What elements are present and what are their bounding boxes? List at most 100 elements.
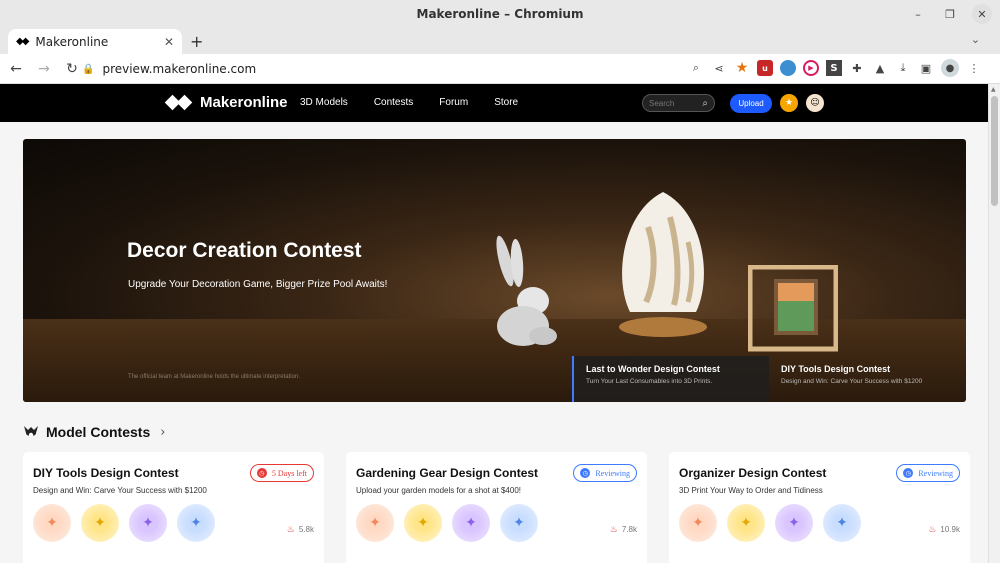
extension-globe-icon[interactable] <box>780 60 796 76</box>
site-header: Makeronline 3D Models Contests Forum Sto… <box>0 84 988 122</box>
prize-badge-icon: ✦ <box>823 504 861 542</box>
browser-menu-icon[interactable]: ⋮ <box>966 60 982 76</box>
popularity-count: 7.8k <box>621 525 637 534</box>
site-search[interactable]: ⌕ <box>642 94 715 112</box>
hero-tab-diy-tools[interactable]: DIY Tools Design Contest Design and Win:… <box>769 356 966 402</box>
hero-tab-desc: Turn Your Last Consumables into 3D Print… <box>586 378 713 385</box>
prize-badge-icon: ✦ <box>727 504 765 542</box>
minimize-icon[interactable]: – <box>908 4 928 24</box>
contest-card-organizer[interactable]: Organizer Design Contest 3D Print Your W… <box>669 452 970 563</box>
extension-s-icon[interactable]: S <box>826 60 842 76</box>
scroll-up-icon[interactable]: ▲ <box>991 86 996 93</box>
status-badge-label: 5 Days left <box>271 468 307 478</box>
search-icon[interactable]: ⌕ <box>702 98 708 109</box>
card-title: Organizer Design Contest <box>679 466 827 480</box>
hero-banner[interactable]: Decor Creation Contest Upgrade Your Deco… <box>23 139 966 402</box>
lock-icon[interactable]: 🔒 <box>82 64 94 75</box>
nav-3d-models[interactable]: 3D Models <box>300 97 348 108</box>
nav-contests[interactable]: Contests <box>374 97 413 108</box>
page-viewport: Makeronline 3D Models Contests Forum Sto… <box>0 84 988 563</box>
prize-badge-icon: ✦ <box>356 504 394 542</box>
toolbar-icons: ⌕ ⋖ ★ u ▶ S ✚ ▲ ⤓ ▣ ● ⋮ <box>688 59 982 77</box>
extension-shield-icon[interactable]: u <box>757 60 773 76</box>
tab-search-chevron-icon[interactable]: ⌄ <box>971 33 980 46</box>
status-badge: ◷ 5 Days left <box>249 464 314 482</box>
maximize-icon[interactable]: ❐ <box>940 4 960 24</box>
card-title: Gardening Gear Design Contest <box>356 466 539 480</box>
url-text[interactable]: preview.makeronline.com <box>102 62 256 76</box>
reload-icon[interactable]: ↻ <box>60 61 84 77</box>
chevron-right-icon[interactable]: › <box>160 425 165 440</box>
share-icon[interactable]: ⋖ <box>711 60 727 76</box>
browser-toolbar: ← → ↻ 🔒 preview.makeronline.com ⌕ ⋖ ★ u … <box>0 54 1000 84</box>
window-controls: – ❐ ✕ <box>908 4 992 24</box>
model-contests-header[interactable]: Model Contests › <box>23 424 165 440</box>
upload-button[interactable]: Upload <box>730 94 772 113</box>
prize-badge-icon: ✦ <box>177 504 215 542</box>
zoom-icon[interactable]: ⌕ <box>688 60 704 76</box>
tab-makeronline[interactable]: ◆◆ Makeronline ✕ <box>8 29 182 54</box>
fire-icon: ♨ <box>286 524 295 534</box>
back-icon[interactable]: ← <box>4 61 28 77</box>
card-desc: Upload your garden models for a shot at … <box>356 486 521 495</box>
bookmark-star-icon[interactable]: ★ <box>734 60 750 76</box>
prize-badge-icon: ✦ <box>452 504 490 542</box>
status-badge-label: Reviewing <box>595 468 630 478</box>
side-panel-icon[interactable]: ▣ <box>918 60 934 76</box>
address-bar[interactable]: 🔒 preview.makeronline.com <box>82 58 682 80</box>
page-scrollbar[interactable]: ▲ <box>988 84 1000 563</box>
user-avatar[interactable]: ☺ <box>806 94 824 112</box>
close-window-icon[interactable]: ✕ <box>972 4 992 24</box>
site-logo[interactable]: Makeronline <box>164 94 288 111</box>
prize-badge-icon: ✦ <box>404 504 442 542</box>
clock-icon: ◷ <box>903 468 914 478</box>
prize-badge-icon: ✦ <box>33 504 71 542</box>
status-badge: ◷ Reviewing <box>573 464 637 482</box>
hero-disclaimer: The official team at Makeronline holds t… <box>128 374 300 380</box>
new-tab-button[interactable]: + <box>190 32 203 51</box>
nav-forum[interactable]: Forum <box>439 97 468 108</box>
contest-card-diy-tools[interactable]: DIY Tools Design Contest Design and Win:… <box>23 452 324 563</box>
download-icon[interactable]: ⤓ <box>895 60 911 76</box>
hero-tab-desc: Design and Win: Carve Your Success with … <box>781 378 923 385</box>
popularity-stat: ♨ 10.9k <box>928 524 960 535</box>
popularity-stat: ♨ 7.8k <box>610 524 637 535</box>
makeronline-favicon-icon: ◆◆ <box>16 36 29 47</box>
logo-diamonds-icon <box>164 94 194 111</box>
window-title: Makeronline – Chromium <box>416 7 584 21</box>
forward-icon[interactable]: → <box>32 61 56 77</box>
prize-badge-icon: ✦ <box>129 504 167 542</box>
fire-icon: ♨ <box>609 524 618 534</box>
prize-badge-icon: ✦ <box>679 504 717 542</box>
tab-title: Makeronline <box>35 34 109 49</box>
card-desc: 3D Print Your Way to Order and Tidiness <box>679 486 823 495</box>
coin-icon[interactable]: ★ <box>780 94 798 112</box>
popularity-stat: ♨ 5.8k <box>287 524 314 535</box>
hero-title: Decor Creation Contest <box>127 239 362 262</box>
tab-strip: ◆◆ Makeronline ✕ + ⌄ <box>0 28 1000 54</box>
popularity-count: 10.9k <box>940 525 960 534</box>
extension-play-icon[interactable]: ▶ <box>803 60 819 76</box>
decor-lamp-image <box>619 192 707 337</box>
clock-icon: ◷ <box>256 468 267 478</box>
extensions-puzzle-icon[interactable]: ✚ <box>849 60 865 76</box>
hero-tab-last-to-wonder[interactable]: Last to Wonder Design Contest Turn Your … <box>572 356 769 402</box>
profile-avatar-icon[interactable]: ● <box>941 59 959 77</box>
clock-icon: ◷ <box>580 468 591 478</box>
hero-tab-title: Last to Wonder Design Contest <box>586 364 720 374</box>
contest-card-gardening-gear[interactable]: Gardening Gear Design Contest Upload you… <box>346 452 647 563</box>
tab-close-icon[interactable]: ✕ <box>164 35 174 49</box>
site-nav: 3D Models Contests Forum Store <box>300 97 544 108</box>
contest-cards: DIY Tools Design Contest Design and Win:… <box>23 452 970 563</box>
prize-list: ✦ ✦ ✦ ✦ <box>33 504 215 542</box>
extension-flask-icon[interactable]: ▲ <box>872 60 888 76</box>
scroll-thumb[interactable] <box>991 96 998 206</box>
hero-subtitle: Upgrade Your Decoration Game, Bigger Pri… <box>128 279 388 290</box>
search-input[interactable] <box>649 98 693 108</box>
nav-store[interactable]: Store <box>494 97 518 108</box>
prize-badge-icon: ✦ <box>775 504 813 542</box>
prize-badge-icon: ✦ <box>500 504 538 542</box>
card-title: DIY Tools Design Contest <box>33 466 179 480</box>
popularity-count: 5.8k <box>298 525 314 534</box>
fire-icon: ♨ <box>928 524 937 534</box>
